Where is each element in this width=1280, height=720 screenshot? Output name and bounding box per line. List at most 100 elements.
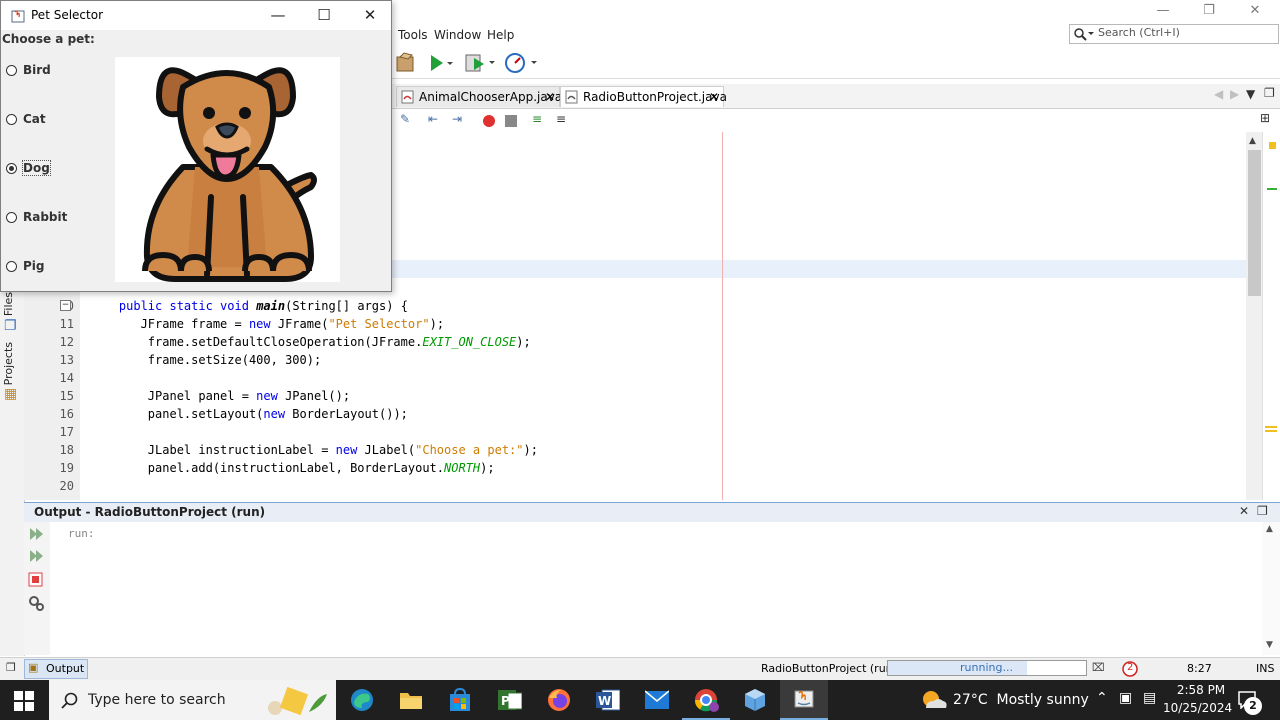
close-icon[interactable]: ✕ [1239, 504, 1249, 518]
change-marker[interactable] [1267, 188, 1277, 190]
settings-icon[interactable] [27, 594, 45, 612]
close-icon[interactable]: ✕ [709, 87, 719, 108]
editor-scroll-thumb[interactable] [1248, 150, 1261, 296]
radio-label[interactable]: Dog [22, 160, 51, 176]
shift-left-icon[interactable]: ⇤ [428, 112, 438, 126]
java-taskbar-button[interactable] [780, 680, 828, 720]
chrome-taskbar-button[interactable] [682, 680, 730, 720]
tab-list-icon[interactable]: ▼ [1246, 87, 1255, 101]
edge-taskbar-button[interactable] [338, 680, 386, 720]
close-icon[interactable]: ✕ [545, 87, 555, 108]
rerun-with-params-icon[interactable] [28, 548, 44, 564]
code-line[interactable]: public static void main(String[] args) { [90, 297, 408, 315]
record-macro-icon[interactable] [482, 114, 496, 128]
tab-scroll-right-icon[interactable]: ▶ [1230, 87, 1239, 101]
ide-minimize-button[interactable]: — [1140, 0, 1186, 24]
java-file-icon [565, 90, 578, 104]
scroll-down-arrow-icon[interactable]: ▼ [1266, 640, 1273, 650]
stop-macro-icon[interactable] [504, 114, 518, 128]
word-taskbar-button[interactable]: W [584, 680, 632, 720]
pet-close-button[interactable]: ✕ [347, 1, 393, 30]
scroll-up-arrow-icon[interactable]: ▲ [1249, 136, 1256, 146]
ide-restore-button[interactable]: ❐ [1186, 0, 1232, 24]
rerun-icon[interactable] [28, 526, 44, 542]
weather-icon[interactable] [920, 688, 948, 712]
code-line[interactable]: JPanel panel = new JPanel(); [90, 387, 350, 405]
tab-scroll-left-icon[interactable]: ◀ [1214, 87, 1223, 101]
files-icon: ❐ [4, 318, 17, 334]
network-icon[interactable]: ▤ [1143, 690, 1156, 706]
radio-button[interactable] [6, 261, 17, 272]
tab-animal-chooser-app[interactable]: AnimalChooserApp.java ✕ [396, 86, 562, 108]
folder-icon [400, 693, 422, 709]
file-explorer-taskbar-button[interactable] [387, 680, 435, 720]
pet-window-titlebar[interactable]: Pet Selector — ☐ ✕ [1, 1, 391, 30]
warning-marker[interactable] [1269, 142, 1276, 149]
comment-icon[interactable]: ≡ [532, 112, 542, 126]
menu-window[interactable]: Window [434, 28, 481, 42]
code-lines: 10 public static void main(String[] args… [24, 297, 1246, 495]
project-taskbar-button[interactable]: P [486, 680, 534, 720]
radio-label[interactable]: Rabbit [23, 210, 67, 224]
output-status-tab[interactable]: ▣ Output [24, 659, 88, 679]
radio-button[interactable] [6, 65, 17, 76]
radio-button[interactable] [6, 212, 17, 223]
warning-marker[interactable] [1265, 430, 1277, 432]
radio-button[interactable] [6, 163, 17, 174]
tab-radio-button-project[interactable]: RadioButtonProject.java ✕ [560, 86, 727, 108]
store-taskbar-button[interactable] [436, 680, 484, 720]
shift-right-icon[interactable]: ⇥ [452, 112, 462, 126]
profile-icon[interactable] [504, 52, 540, 74]
clock-date[interactable]: 10/25/2024 [1163, 701, 1232, 715]
radio-label[interactable]: Bird [23, 63, 51, 77]
java-app-icon [11, 10, 25, 23]
search-icon [61, 692, 78, 709]
code-token: main [256, 299, 286, 313]
show-hidden-icons-icon[interactable]: ⌃ [1096, 690, 1108, 706]
weather-text[interactable]: 27°C Mostly sunny [953, 692, 1089, 708]
scroll-up-arrow-icon[interactable]: ▲ [1266, 524, 1273, 534]
uncomment-icon[interactable]: ≡ [556, 112, 566, 126]
pet-minimize-button[interactable]: — [255, 1, 301, 30]
code-line[interactable]: JFrame frame = new JFrame("Pet Selector"… [90, 315, 444, 333]
code-line[interactable]: frame.setSize(400, 300); [90, 351, 321, 369]
projects-tab[interactable]: Projects [2, 342, 15, 385]
stop-icon[interactable] [28, 572, 44, 588]
output-scrollbar[interactable]: ▲ ▼ [1262, 522, 1280, 655]
clock-time[interactable]: 2:58 PM [1173, 683, 1229, 697]
code-line[interactable]: panel.setLayout(new BorderLayout()); [90, 405, 408, 423]
virtualbox-taskbar-button[interactable] [731, 680, 779, 720]
radio-button[interactable] [6, 114, 17, 125]
output-console[interactable]: run: [50, 522, 1262, 655]
restore-window-icon[interactable]: ❐ [6, 661, 16, 674]
firefox-taskbar-button[interactable] [535, 680, 583, 720]
radio-label[interactable]: Cat [23, 112, 46, 126]
split-editor-icon[interactable]: ⊞ [1260, 111, 1270, 125]
pet-maximize-button[interactable]: ☐ [301, 1, 347, 30]
ide-close-button[interactable]: ✕ [1232, 0, 1278, 24]
code-line[interactable]: frame.setDefaultCloseOperation(JFrame.EX… [90, 333, 531, 351]
code-line[interactable]: JLabel instructionLabel = new JLabel("Ch… [90, 441, 538, 459]
mail-taskbar-button[interactable] [633, 680, 681, 720]
files-tab[interactable]: Files [2, 292, 15, 316]
history-icon[interactable]: ✎ [400, 112, 410, 126]
code-token: NORTH [444, 461, 481, 475]
meet-now-icon[interactable]: ▣ [1119, 690, 1132, 706]
ide-search-box[interactable]: Search (Ctrl+I) [1069, 24, 1279, 44]
code-line[interactable]: panel.add(instructionLabel, BorderLayout… [90, 459, 495, 477]
output-text: run: [68, 527, 95, 540]
taskbar-search-box[interactable]: Type here to search [49, 680, 336, 720]
maximize-icon[interactable]: ❐ [1264, 86, 1275, 100]
store-icon [450, 688, 470, 711]
windows-start-icon[interactable] [14, 691, 34, 711]
warning-marker[interactable] [1265, 426, 1277, 428]
menu-tools[interactable]: Tools [398, 28, 428, 42]
code-fold-icon[interactable]: − [60, 300, 71, 311]
debug-icon[interactable] [464, 52, 498, 74]
restore-icon[interactable]: ❐ [1257, 504, 1268, 518]
cancel-task-icon[interactable]: ⌧ [1092, 661, 1105, 674]
clean-build-icon[interactable] [394, 52, 418, 74]
menu-help[interactable]: Help [487, 28, 514, 42]
run-icon[interactable] [428, 53, 454, 73]
radio-label[interactable]: Pig [23, 259, 45, 273]
